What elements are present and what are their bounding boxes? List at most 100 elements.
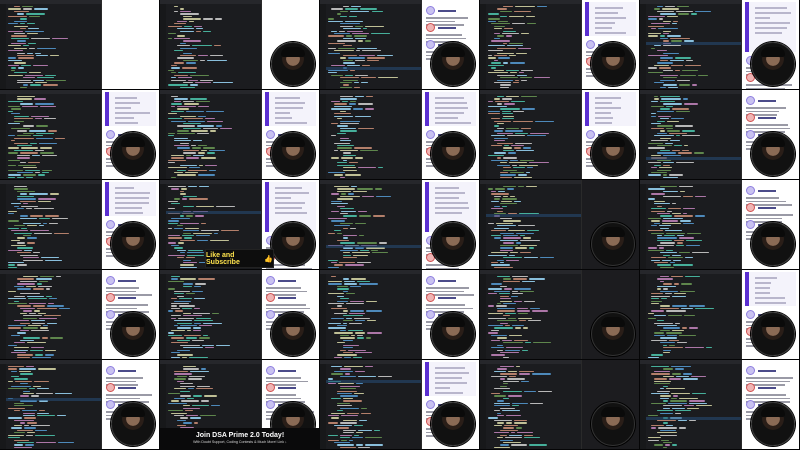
screenshot-line xyxy=(115,192,151,194)
code-token xyxy=(667,257,683,259)
code-token xyxy=(17,52,25,54)
code-token xyxy=(670,261,676,264)
code-token xyxy=(36,388,49,390)
code-token xyxy=(665,6,675,8)
code-token xyxy=(8,174,21,176)
sender-name xyxy=(118,279,136,282)
code-token xyxy=(14,295,25,297)
code-token xyxy=(11,230,29,232)
code-token xyxy=(209,55,223,57)
code-token xyxy=(186,329,192,332)
code-token xyxy=(503,397,509,400)
code-token xyxy=(657,62,673,64)
code-token xyxy=(529,278,545,280)
code-token xyxy=(37,307,57,310)
code-token xyxy=(196,388,214,390)
code-token xyxy=(337,410,343,412)
code-token xyxy=(660,280,665,283)
code-token xyxy=(331,276,337,278)
code-token xyxy=(679,427,687,429)
code-token xyxy=(657,145,673,147)
code-token xyxy=(36,412,49,414)
code-token xyxy=(186,62,196,64)
code-token xyxy=(663,84,677,86)
code-token xyxy=(14,118,34,120)
code-token xyxy=(48,302,54,305)
code-token xyxy=(371,10,383,13)
code-token xyxy=(491,347,504,349)
code-token xyxy=(508,334,522,337)
code-token xyxy=(171,307,181,310)
code-token xyxy=(657,320,665,322)
code-token xyxy=(488,325,504,327)
code-token xyxy=(328,232,335,234)
code-token xyxy=(509,42,524,45)
code-token xyxy=(521,127,531,130)
code-token xyxy=(680,283,692,285)
code-token xyxy=(500,300,513,302)
code-token xyxy=(504,145,509,147)
code-token xyxy=(491,261,498,264)
code-token xyxy=(511,23,526,25)
code-token xyxy=(353,190,367,193)
line-gutter xyxy=(640,4,646,89)
code-token xyxy=(14,446,33,449)
presenter-webcam xyxy=(751,42,795,86)
code-token xyxy=(171,77,177,79)
assistant-icon xyxy=(746,220,755,229)
code-token xyxy=(678,334,697,337)
code-token xyxy=(357,127,375,130)
screenshot-line xyxy=(275,197,291,199)
screenshot-line xyxy=(755,12,791,14)
code-token xyxy=(171,244,179,247)
code-token xyxy=(337,444,354,446)
code-token xyxy=(43,118,57,120)
code-token xyxy=(524,342,532,344)
code-token xyxy=(340,98,358,100)
message-line xyxy=(266,290,308,293)
code-token xyxy=(37,200,51,202)
assistant-icon xyxy=(746,366,755,375)
code-token xyxy=(171,337,184,339)
screenshot-line xyxy=(275,112,291,114)
code-token xyxy=(39,317,57,319)
code-token xyxy=(657,125,673,127)
code-token xyxy=(195,81,211,84)
code-token xyxy=(494,32,501,35)
code-token xyxy=(502,195,509,198)
code-token xyxy=(684,257,694,259)
assistant-icon xyxy=(106,276,115,285)
editor-tab-bar xyxy=(160,270,261,274)
code-token xyxy=(500,298,511,300)
code-token xyxy=(504,437,522,439)
code-token xyxy=(657,244,674,247)
code-token xyxy=(497,127,505,130)
code-token xyxy=(343,55,358,57)
screenshot-line xyxy=(435,187,460,189)
code-token xyxy=(168,200,178,202)
code-token xyxy=(328,52,341,54)
code-token xyxy=(44,259,62,261)
code-token xyxy=(672,254,681,256)
code-token xyxy=(171,298,178,300)
code-token xyxy=(538,390,553,392)
code-token xyxy=(648,312,655,315)
code-token xyxy=(364,40,372,42)
code-token xyxy=(503,242,515,244)
screenshot-line xyxy=(435,207,469,209)
code-token xyxy=(495,305,508,307)
screenshot-line xyxy=(115,207,142,209)
code-token xyxy=(660,305,670,307)
code-token xyxy=(488,105,508,108)
code-token xyxy=(203,395,218,397)
code-token xyxy=(220,127,233,130)
code-token xyxy=(14,32,26,35)
editor-tab-bar xyxy=(0,90,101,94)
message-line xyxy=(426,307,474,310)
code-token xyxy=(14,186,28,188)
code-token xyxy=(26,295,44,297)
code-token xyxy=(331,317,345,319)
code-token xyxy=(366,57,386,59)
code-token xyxy=(674,57,692,59)
code-token xyxy=(30,230,50,232)
